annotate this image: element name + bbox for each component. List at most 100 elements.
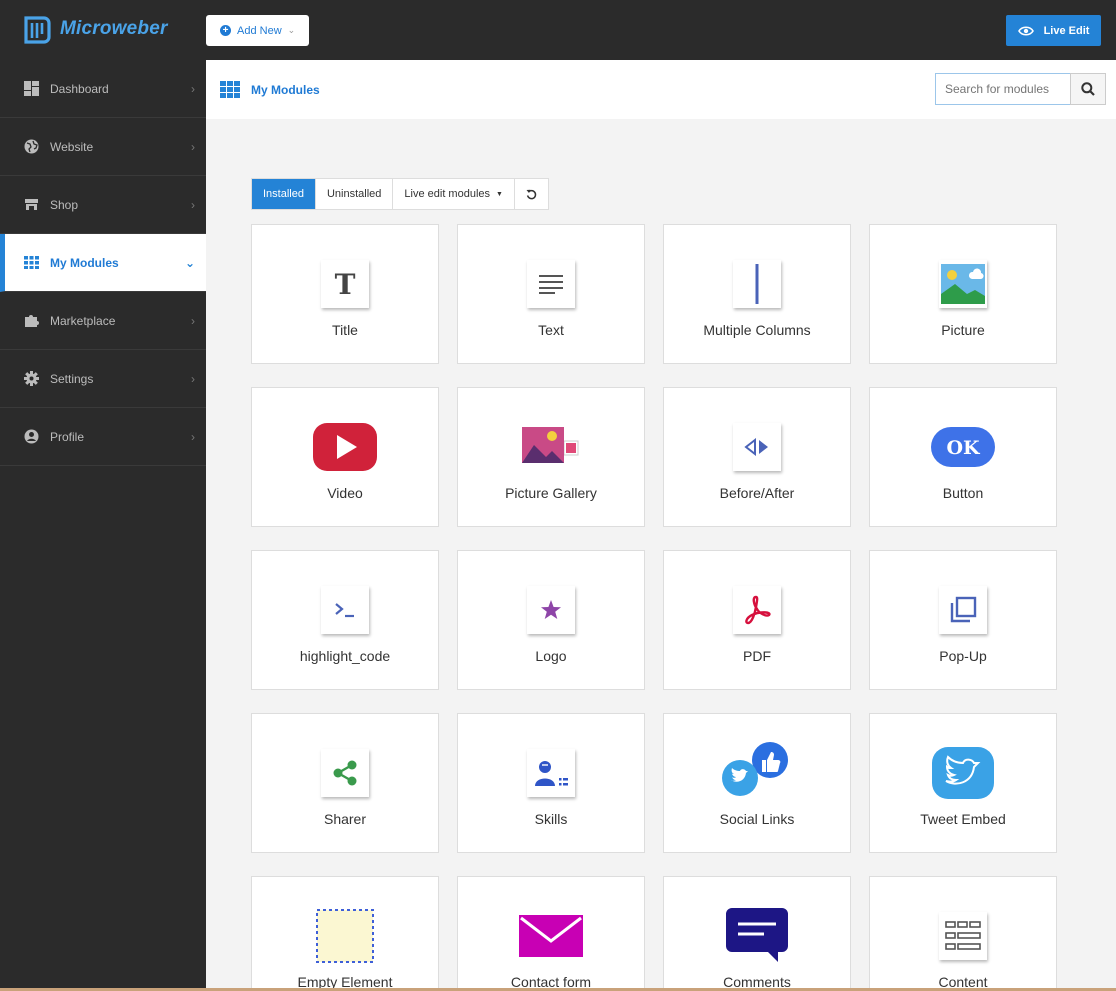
module-label: Sharer: [323, 811, 367, 827]
title-icon: T: [313, 259, 377, 309]
module-card-title[interactable]: T Title: [251, 224, 439, 364]
tab-installed[interactable]: Installed: [252, 179, 316, 209]
modules-grid-icon: [23, 255, 39, 271]
gallery-icon: [519, 422, 583, 472]
social-links-icon: [722, 740, 792, 800]
sidebar-item-label: Shop: [50, 197, 79, 212]
live-edit-label: Live Edit: [1043, 24, 1090, 37]
module-card-multiple-columns[interactable]: Multiple Columns: [663, 224, 851, 364]
reload-button[interactable]: [515, 179, 548, 209]
top-bar: Microweber + Add New ⌄ Live Edit: [0, 0, 1116, 60]
skills-icon: [519, 748, 583, 798]
picture-icon: [931, 259, 995, 309]
shop-icon: [23, 197, 39, 213]
twitter-icon: [931, 747, 995, 799]
popup-icon: [931, 585, 995, 635]
module-label: Logo: [535, 648, 567, 664]
page-title: My Modules: [251, 83, 320, 97]
module-label: Tweet Embed: [920, 811, 1006, 827]
module-label: Social Links: [719, 811, 795, 827]
eye-icon: [1017, 25, 1034, 36]
module-card-contact-form[interactable]: Contact form: [457, 876, 645, 991]
add-new-button[interactable]: + Add New ⌄: [206, 15, 309, 46]
search-icon: [1081, 82, 1095, 96]
module-card-button[interactable]: OK Button: [869, 387, 1057, 527]
module-card-text[interactable]: Text: [457, 224, 645, 364]
sidebar-item-website[interactable]: Website ›: [0, 118, 206, 176]
sidebar-item-marketplace[interactable]: Marketplace ›: [0, 292, 206, 350]
button-icon: OK: [931, 422, 995, 472]
search-input[interactable]: [935, 73, 1071, 105]
chevron-down-icon: ⌄: [287, 25, 296, 35]
tab-live-edit-modules[interactable]: Live edit modules ▼: [393, 179, 515, 209]
module-card-video[interactable]: Video: [251, 387, 439, 527]
module-label: Multiple Columns: [703, 322, 811, 338]
live-edit-button[interactable]: Live Edit: [1006, 15, 1101, 46]
module-card-social-links[interactable]: Social Links: [663, 713, 851, 853]
video-icon: [313, 422, 377, 472]
module-label: Picture Gallery: [505, 485, 597, 501]
before-after-icon: [725, 422, 789, 472]
module-label: Title: [332, 322, 358, 338]
chevron-down-icon: ⌄: [184, 256, 195, 270]
sidebar-item-profile[interactable]: Profile ›: [0, 408, 206, 466]
tab-uninstalled[interactable]: Uninstalled: [316, 179, 394, 209]
reload-icon: [526, 189, 537, 199]
envelope-icon: [519, 911, 583, 961]
module-card-tweet-embed[interactable]: Tweet Embed: [869, 713, 1057, 853]
module-card-content[interactable]: Content: [869, 876, 1057, 991]
sidebar-item-shop[interactable]: Shop ›: [0, 176, 206, 234]
puzzle-icon: [23, 313, 39, 329]
page-header: My Modules: [206, 60, 1116, 119]
module-card-sharer[interactable]: Sharer: [251, 713, 439, 853]
sidebar: Dashboard › Website › Shop › My Modules …: [0, 60, 206, 991]
user-icon: [23, 429, 39, 445]
module-filter-tabs: Installed Uninstalled Live edit modules ▼: [251, 178, 549, 210]
tab-label: Uninstalled: [326, 188, 382, 200]
sidebar-item-dashboard[interactable]: Dashboard ›: [0, 60, 206, 118]
share-icon: [313, 748, 377, 798]
module-card-picture[interactable]: Picture: [869, 224, 1057, 364]
sidebar-item-label: Settings: [50, 371, 94, 386]
sidebar-item-label: My Modules: [50, 255, 119, 270]
logo-icon: [519, 585, 583, 635]
tab-label: Live edit modules: [404, 188, 491, 200]
module-card-highlight-code[interactable]: highlight_code: [251, 550, 439, 690]
brand-logo[interactable]: Microweber: [22, 14, 168, 44]
module-card-pdf[interactable]: PDF: [663, 550, 851, 690]
gear-icon: [23, 371, 39, 387]
caret-down-icon: ▼: [496, 190, 503, 198]
module-card-before-after[interactable]: Before/After: [663, 387, 851, 527]
module-card-logo[interactable]: Logo: [457, 550, 645, 690]
microweber-logo-icon: [24, 16, 51, 44]
sidebar-item-settings[interactable]: Settings ›: [0, 350, 206, 408]
code-icon: [313, 585, 377, 635]
chevron-right-icon: ›: [191, 82, 195, 96]
module-card-skills[interactable]: Skills: [457, 713, 645, 853]
module-card-pop-up[interactable]: Pop-Up: [869, 550, 1057, 690]
main-content: My Modules Installed Uninstalled Live ed…: [206, 60, 1116, 991]
module-label: Picture: [941, 322, 985, 338]
chevron-right-icon: ›: [191, 140, 195, 154]
sidebar-item-label: Marketplace: [50, 313, 116, 328]
module-label: highlight_code: [299, 648, 391, 664]
module-label: Text: [538, 322, 564, 338]
brand-name: Microweber: [60, 18, 168, 39]
svg-text:OK: OK: [946, 437, 981, 459]
chevron-right-icon: ›: [191, 198, 195, 212]
module-card-picture-gallery[interactable]: Picture Gallery: [457, 387, 645, 527]
columns-icon: [725, 259, 789, 309]
search-button[interactable]: [1070, 73, 1106, 105]
module-card-empty-element[interactable]: Empty Element: [251, 876, 439, 991]
sidebar-item-label: Website: [50, 139, 94, 154]
module-card-comments[interactable]: Comments: [663, 876, 851, 991]
sidebar-item-label: Profile: [50, 429, 85, 444]
module-label: Pop-Up: [939, 648, 987, 664]
pdf-icon: [725, 585, 789, 635]
modules-grid-icon: [220, 81, 240, 98]
dashboard-icon: [23, 81, 39, 97]
tab-label: Installed: [263, 188, 304, 200]
plus-icon: +: [220, 25, 231, 36]
sidebar-item-my-modules[interactable]: My Modules ⌄: [0, 234, 206, 292]
empty-element-icon: [313, 909, 377, 963]
